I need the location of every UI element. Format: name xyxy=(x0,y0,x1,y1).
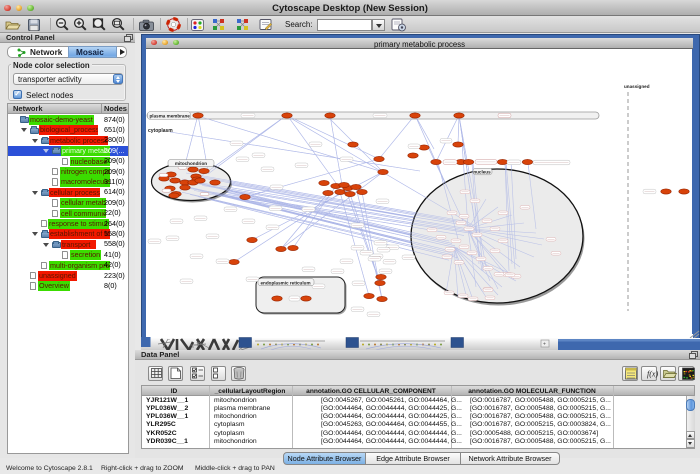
svg-text:mitochondrion: mitochondrion xyxy=(175,161,207,166)
svg-text:cytoplasm: cytoplasm xyxy=(148,128,173,134)
svg-text:plasma membrane: plasma membrane xyxy=(150,113,191,118)
svg-text:nucleus: nucleus xyxy=(473,169,491,174)
svg-text:endoplasmic reticulum: endoplasmic reticulum xyxy=(261,280,311,285)
svg-text:f(x): f(x) xyxy=(647,370,658,379)
svg-text:unassigned: unassigned xyxy=(624,84,650,89)
svg-text:+: + xyxy=(543,342,546,348)
